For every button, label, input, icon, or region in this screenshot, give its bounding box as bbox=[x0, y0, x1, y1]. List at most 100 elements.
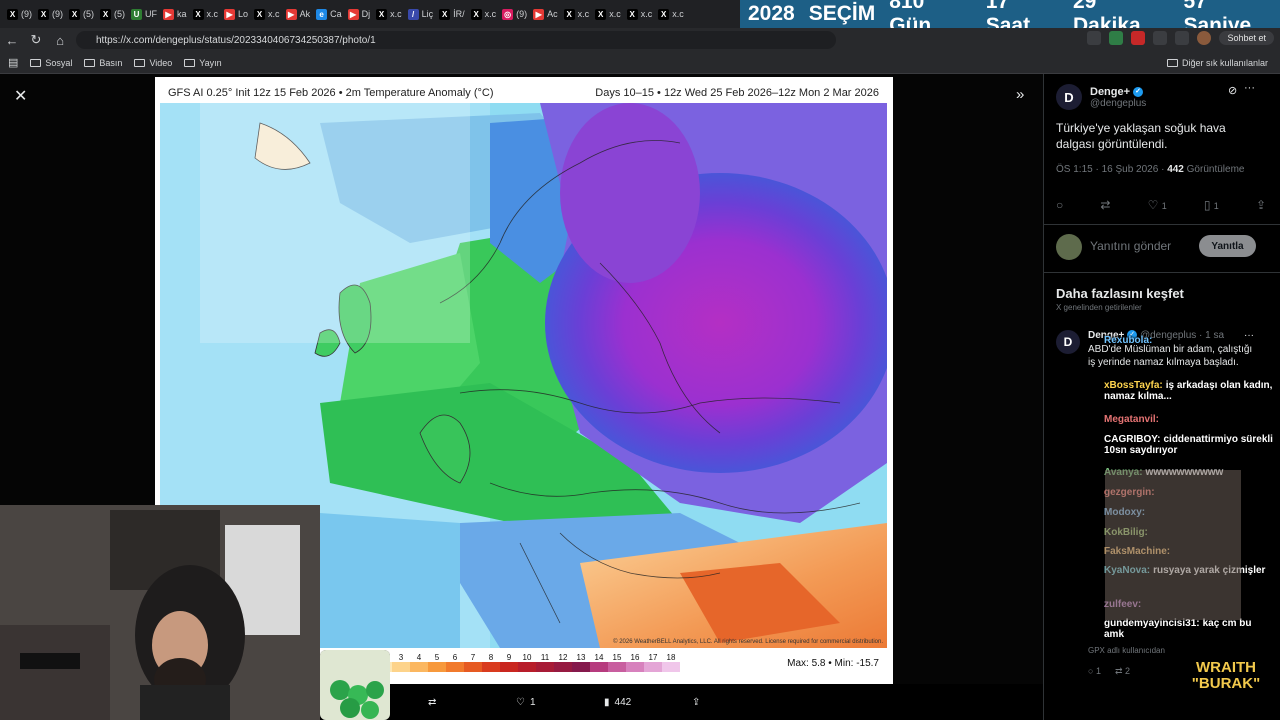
browser-tab[interactable]: Xx.c bbox=[190, 3, 222, 25]
browser-tab[interactable]: ◎ (9) bbox=[499, 3, 530, 25]
retweet-icon[interactable]: ⇄ bbox=[1100, 198, 1110, 212]
discover-title: Daha fazlasını keşfet bbox=[1056, 286, 1184, 301]
browser-tab[interactable]: ▶ ka bbox=[160, 3, 190, 25]
legend-tick: 17 bbox=[648, 653, 658, 662]
legend-tick: 7 bbox=[470, 653, 476, 662]
browser-tab[interactable]: ▶ Ak bbox=[283, 3, 314, 25]
browser-tab[interactable]: Xx.c bbox=[624, 3, 656, 25]
tweet-text: Türkiye'ye yaklaşan soğuk hava dalgası g… bbox=[1056, 121, 1226, 151]
bookmark-folder-sosyal[interactable]: Sosyal bbox=[30, 58, 72, 68]
like-button[interactable]: ♡ 1 bbox=[1148, 198, 1167, 212]
reply-button[interactable]: Yanıtla bbox=[1199, 235, 1256, 257]
x-icon: X bbox=[626, 8, 638, 20]
tab-label: Ac bbox=[547, 9, 558, 19]
browser-tab[interactable]: ▶ Ac bbox=[530, 3, 561, 25]
reload-icon[interactable]: ↻ bbox=[24, 32, 48, 48]
bookmark-folder-yayin[interactable]: Yayın bbox=[184, 58, 222, 68]
tab-label: (9) bbox=[21, 9, 32, 19]
browser-tab[interactable]: U UF bbox=[128, 3, 160, 25]
discover-text: ABD'de Müslüman bir adam, çalıştığı iş y… bbox=[1088, 344, 1253, 368]
legend-tick: 6 bbox=[452, 653, 458, 662]
legend-tick: 5 bbox=[434, 653, 440, 662]
webcam-graphic bbox=[0, 505, 320, 720]
address-toolbar: ← ↻ ⌂ https://x.com/dengeplus/status/202… bbox=[0, 28, 1280, 52]
more-icon[interactable]: ··· bbox=[1244, 82, 1255, 94]
share-icon[interactable]: ⇪ bbox=[1256, 198, 1266, 212]
extension-icon[interactable] bbox=[1109, 31, 1124, 45]
divider bbox=[1044, 272, 1280, 273]
bookmark-button[interactable]: ▯ 1 bbox=[1204, 198, 1219, 212]
back-icon[interactable]: ← bbox=[0, 33, 24, 48]
browser-tab[interactable]: X (9) bbox=[35, 3, 66, 25]
avatar[interactable]: D bbox=[1056, 330, 1080, 354]
browser-tab[interactable]: X (5) bbox=[97, 3, 128, 25]
tweet-views-count: 442 bbox=[1167, 164, 1184, 175]
legend-tick: 4 bbox=[416, 653, 422, 662]
browser-tab[interactable]: X (9) bbox=[4, 3, 35, 25]
chat-message: xBossTayfa: iş arkadaşı olan kadın, namaz… bbox=[1104, 380, 1274, 402]
browser-tab[interactable]: X İR/ bbox=[436, 3, 468, 25]
favorites-icon[interactable] bbox=[1153, 31, 1168, 45]
reply-input[interactable]: Yanıtını gönder bbox=[1090, 239, 1171, 253]
ext-icon: U bbox=[131, 8, 142, 20]
author-name: Denge+ bbox=[1090, 85, 1131, 98]
author-handle: @dengeplus bbox=[1090, 97, 1147, 109]
tweet-author: D Denge+ ✓ @dengeplus bbox=[1056, 84, 1146, 110]
legend-swatch bbox=[644, 662, 662, 672]
legend-swatch bbox=[554, 662, 572, 672]
heart-icon: ♡ bbox=[516, 696, 525, 708]
legend-tick: 11 bbox=[540, 653, 550, 662]
browser-tab[interactable]: Xx.c bbox=[655, 3, 687, 25]
like-button[interactable]: ♡ 1 bbox=[516, 697, 536, 708]
browser-tab[interactable]: ▶ Dj bbox=[345, 3, 374, 25]
profile-avatar[interactable] bbox=[1197, 31, 1212, 45]
image-header: GFS AI 0.25° Init 12z 15 Feb 2026 • 2m T… bbox=[155, 77, 893, 105]
widget-graphic bbox=[320, 650, 390, 720]
extension-icon[interactable] bbox=[1087, 31, 1102, 45]
retweet-button[interactable]: ⇄ bbox=[428, 697, 436, 708]
x-icon: X bbox=[7, 8, 18, 20]
collapse-panel-icon[interactable]: » bbox=[1016, 86, 1024, 103]
x-icon: X bbox=[192, 8, 204, 20]
avatar[interactable]: D bbox=[1056, 84, 1082, 110]
browser-tab[interactable]: Xx.c bbox=[468, 3, 500, 25]
chat-username: Megatanvil: bbox=[1104, 414, 1160, 425]
folder-icon bbox=[84, 58, 96, 67]
browser-tab[interactable]: Xx.c bbox=[251, 3, 283, 25]
share-button[interactable]: ⇪ bbox=[692, 697, 700, 708]
browser-tab[interactable]: Xx.c bbox=[561, 3, 593, 25]
bookmarks-bar: ▤ Sosyal Basın Video Yayın Diğer sık kul… bbox=[0, 52, 1280, 74]
retweet-button[interactable]: ⇄ 2 bbox=[1115, 666, 1130, 677]
tab-label: UF bbox=[145, 9, 157, 19]
other-bookmarks[interactable]: Diğer sık kullanılanlar bbox=[1166, 58, 1268, 68]
chat-username: Rexubola: bbox=[1104, 335, 1153, 346]
reply-icon[interactable]: ○ bbox=[1056, 198, 1063, 212]
reply-button[interactable]: ○ 1 bbox=[1088, 666, 1101, 677]
browser-tab[interactable]: Xx.c bbox=[592, 3, 624, 25]
badge-line-1: WRAITH bbox=[1196, 659, 1256, 676]
grok-icon[interactable]: ⊘ bbox=[1228, 84, 1237, 97]
reading-list-icon[interactable]: ▤ bbox=[8, 56, 18, 69]
browser-tab[interactable]: X (5) bbox=[66, 3, 97, 25]
chat-username: xBossTayfa: bbox=[1104, 380, 1163, 391]
browser-tab[interactable]: e Ca bbox=[313, 3, 345, 25]
close-icon[interactable]: ✕ bbox=[14, 86, 27, 106]
browser-tab[interactable]: ▶ Lo bbox=[221, 3, 251, 25]
copilot-chat-button[interactable]: Sohbet et bbox=[1219, 31, 1274, 45]
legend-tick: 8 bbox=[488, 653, 494, 662]
browser-tab[interactable]: / Liç bbox=[405, 3, 437, 25]
bookmark-folder-basin[interactable]: Basın bbox=[84, 58, 122, 68]
views-button[interactable]: ▮ 442 bbox=[604, 697, 631, 708]
extension-icon[interactable] bbox=[1131, 31, 1146, 45]
tab-label: Liç bbox=[421, 9, 434, 19]
url-field[interactable]: https://x.com/dengeplus/status/202334040… bbox=[76, 31, 836, 49]
home-icon[interactable]: ⌂ bbox=[48, 33, 72, 48]
legend-tick: 18 bbox=[666, 653, 676, 662]
bookmark-folder-video[interactable]: Video bbox=[134, 58, 172, 68]
collections-icon[interactable] bbox=[1175, 31, 1190, 45]
legend-swatch bbox=[590, 662, 608, 672]
chat-clip-thumbnail bbox=[1105, 470, 1241, 620]
legend-swatch bbox=[608, 662, 626, 672]
browser-tab[interactable]: Xx.c bbox=[373, 3, 405, 25]
legend-swatch bbox=[410, 662, 428, 672]
